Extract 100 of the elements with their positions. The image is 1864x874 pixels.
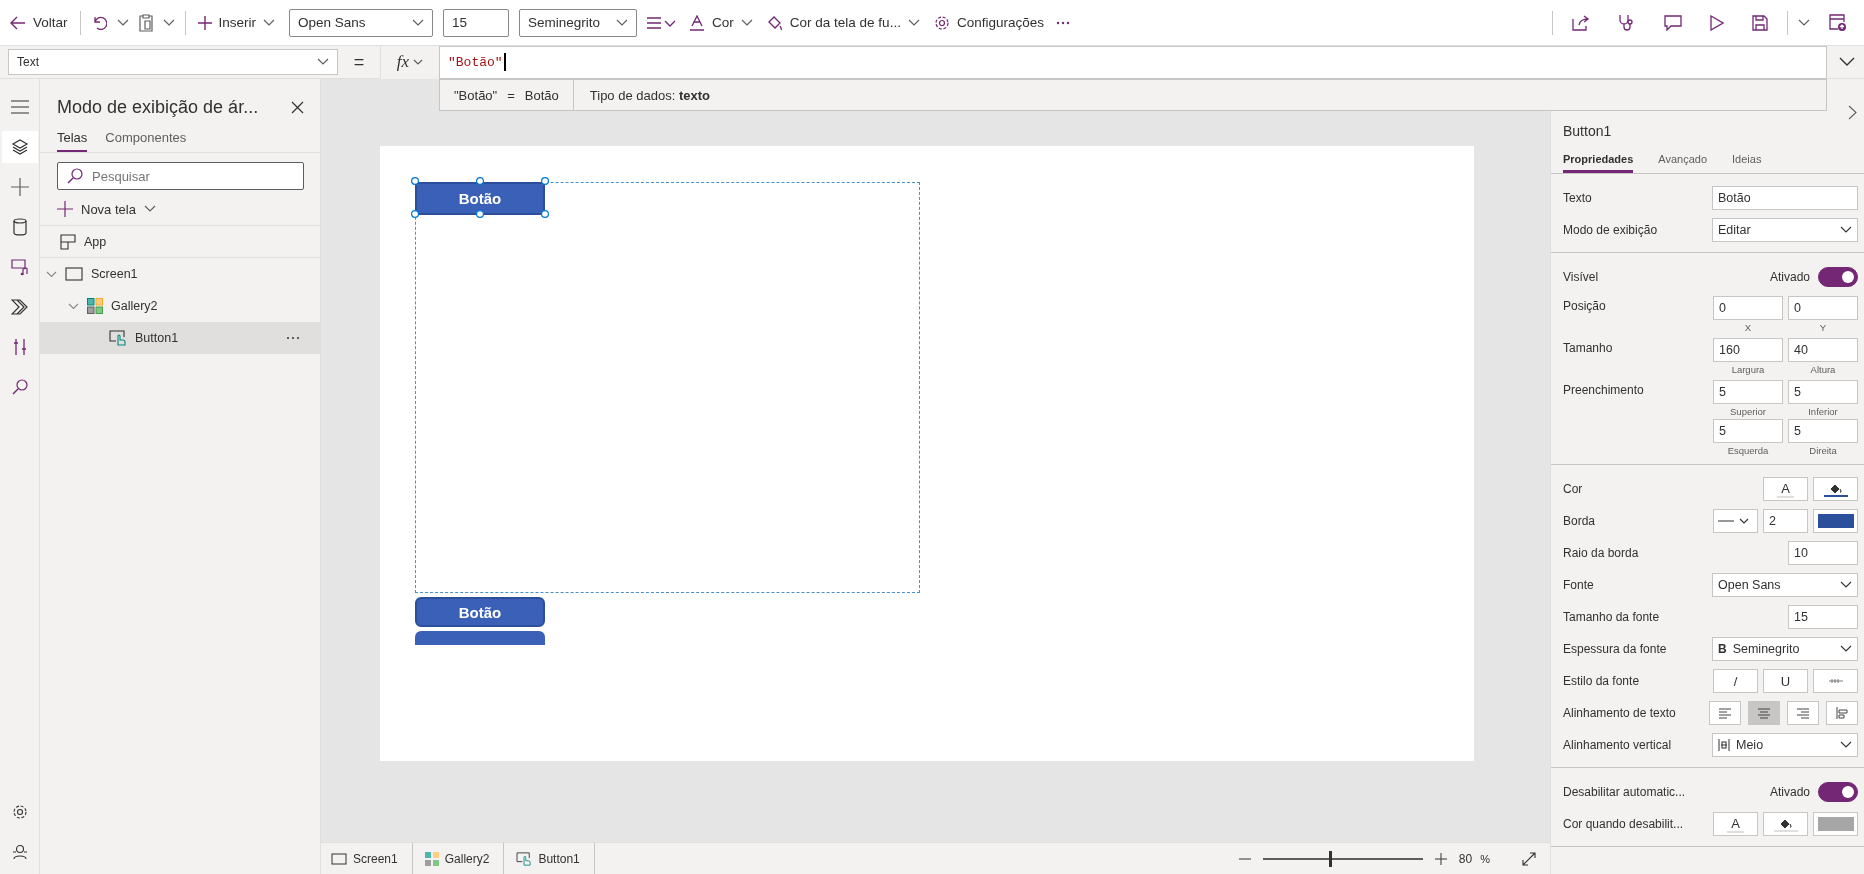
- panel-title: Modo de exibição de ár...: [57, 97, 259, 118]
- zoom-slider-thumb[interactable]: [1329, 850, 1333, 867]
- align-justify-button[interactable]: [1826, 701, 1858, 725]
- number-field[interactable]: 5: [1713, 380, 1783, 404]
- tree-item[interactable]: Button1: [40, 322, 320, 354]
- align-icon[interactable]: [647, 15, 678, 30]
- property-label: Preenchimento: [1563, 382, 1645, 397]
- chevron-down-icon[interactable]: [116, 18, 129, 27]
- breadcrumb-item[interactable]: Button1: [516, 843, 595, 874]
- fit-screen-icon[interactable]: [1522, 851, 1536, 866]
- app-button[interactable]: Botão: [415, 182, 545, 215]
- settings-button[interactable]: Configurações: [931, 10, 1046, 35]
- database-icon: [12, 218, 27, 236]
- formula-input[interactable]: "Botão": [439, 45, 1827, 79]
- chevron-down-icon[interactable]: [162, 18, 175, 27]
- field-caption: X: [1744, 321, 1752, 335]
- number-field[interactable]: 0: [1788, 296, 1858, 320]
- font-size-field[interactable]: 15: [443, 8, 510, 37]
- tree-item[interactable]: Gallery2: [40, 290, 320, 322]
- number-field[interactable]: 0: [1713, 296, 1783, 320]
- property-dropdown[interactable]: Meio: [1712, 733, 1858, 757]
- property-label: Alinhamento de texto: [1563, 706, 1677, 720]
- number-field[interactable]: 15: [1788, 605, 1858, 629]
- more-icon[interactable]: [286, 336, 300, 340]
- number-field[interactable]: 10: [1788, 541, 1858, 565]
- comment-icon[interactable]: [1664, 14, 1682, 31]
- fx-button[interactable]: fx: [380, 45, 439, 79]
- toggle-state-text: Ativado: [1769, 270, 1810, 284]
- property-dropdown[interactable]: Text: [8, 49, 338, 75]
- button-control-icon: [516, 851, 533, 866]
- breadcrumb-item[interactable]: Gallery2: [424, 843, 505, 874]
- layers-icon: [10, 138, 29, 156]
- person-icon: [11, 844, 28, 860]
- number-field[interactable]: 5: [1788, 419, 1858, 443]
- properties-tab[interactable]: Ideias: [1732, 153, 1762, 173]
- chevron-down-icon: [143, 205, 156, 213]
- color-swatch[interactable]: [1817, 817, 1854, 831]
- close-icon[interactable]: [291, 101, 304, 114]
- border-color-swatch[interactable]: [1817, 514, 1854, 528]
- toggle-switch[interactable]: [1818, 267, 1858, 287]
- chevron-down-icon[interactable]: [1798, 18, 1810, 27]
- breadcrumb-item[interactable]: Screen1: [331, 843, 413, 874]
- align-left-button[interactable]: [1709, 701, 1741, 725]
- property-label: Alinhamento vertical: [1563, 738, 1673, 752]
- new-screen-button[interactable]: Nova tela: [57, 196, 156, 222]
- color-button[interactable]: Cor: [687, 10, 755, 35]
- search-field[interactable]: Pesquisar: [57, 162, 304, 190]
- property-label: Estilo da fonte: [1563, 674, 1641, 688]
- text-field[interactable]: Botão: [1712, 186, 1858, 210]
- fill-button[interactable]: [1763, 812, 1808, 836]
- font-weight-dropdown[interactable]: Seminegrito: [519, 8, 638, 37]
- tree-item[interactable]: App: [40, 226, 320, 258]
- property-label: Modo de exibição: [1563, 223, 1659, 237]
- panel-tab[interactable]: Componentes: [105, 128, 187, 152]
- property-dropdown[interactable]: Open Sans: [1712, 573, 1858, 597]
- chevron-right-icon[interactable]: [1848, 105, 1857, 120]
- properties-tab[interactable]: Avançado: [1658, 153, 1708, 173]
- property-dropdown[interactable]: B Seminegrito: [1712, 637, 1858, 661]
- zoom-out-icon[interactable]: [1238, 857, 1251, 860]
- tree-item[interactable]: Screen1: [40, 258, 320, 290]
- align-center-icon: [1758, 707, 1770, 719]
- zoom-in-icon[interactable]: [1434, 852, 1447, 865]
- data-type-text: Tipo de dados: texto: [589, 87, 710, 103]
- fill-button[interactable]: [1813, 477, 1858, 501]
- italic-button[interactable]: /: [1713, 669, 1758, 693]
- back-button[interactable]: Voltar: [8, 11, 70, 34]
- fill-button[interactable]: Cor da tela de fu...: [764, 10, 922, 35]
- chevron-down-icon[interactable]: [1839, 57, 1855, 67]
- insert-button[interactable]: Inserir: [195, 11, 278, 34]
- gallery-icon: [87, 298, 103, 314]
- share-icon[interactable]: [1572, 14, 1590, 31]
- publish-icon[interactable]: [1829, 13, 1847, 32]
- properties-tab[interactable]: Propriedades: [1563, 153, 1634, 173]
- tree-rail-button[interactable]: [1, 131, 38, 163]
- property-label: Raio da borda: [1563, 546, 1640, 560]
- font-button[interactable]: A: [1763, 477, 1808, 501]
- align-left-icon: [1719, 707, 1731, 719]
- number-field[interactable]: 160: [1713, 338, 1783, 362]
- clipboard-icon[interactable]: [138, 13, 153, 32]
- property-dropdown[interactable]: Editar: [1712, 218, 1858, 242]
- more-icon[interactable]: [1055, 20, 1070, 25]
- number-field[interactable]: 5: [1788, 380, 1858, 404]
- expression-text: "Botão": [454, 87, 498, 103]
- property-label: Texto: [1563, 191, 1593, 205]
- app-button[interactable]: Botão: [415, 597, 545, 627]
- stethoscope-icon[interactable]: [1618, 13, 1636, 32]
- border-style-dropdown[interactable]: [1713, 509, 1758, 533]
- border-width-field[interactable]: 2: [1763, 509, 1808, 533]
- play-icon[interactable]: [1710, 14, 1724, 31]
- number-field[interactable]: 5: [1713, 419, 1783, 443]
- underline-button[interactable]: U: [1763, 669, 1808, 693]
- number-field[interactable]: 40: [1788, 338, 1858, 362]
- font-button[interactable]: A: [1713, 812, 1758, 836]
- chevron-down-icon: [907, 18, 920, 27]
- toggle-switch[interactable]: [1818, 782, 1858, 802]
- panel-tab[interactable]: Telas: [57, 128, 88, 152]
- font-dropdown[interactable]: Open Sans: [289, 8, 434, 37]
- save-icon[interactable]: [1752, 14, 1768, 31]
- property-label: Posição: [1563, 298, 1607, 313]
- align-right-button[interactable]: [1787, 701, 1819, 725]
